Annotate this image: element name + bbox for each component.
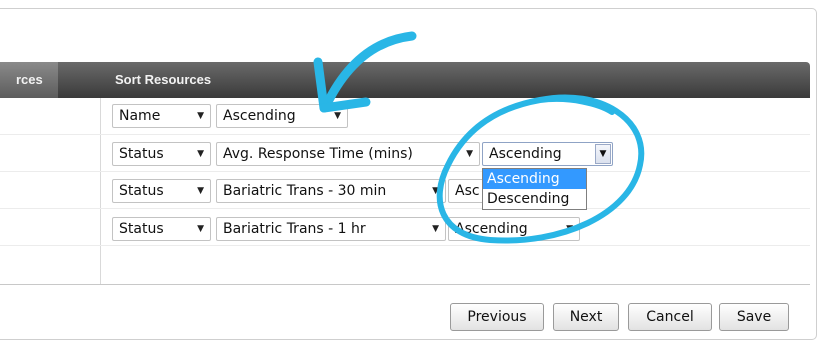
header-resources-label: rces [16,72,43,87]
row3-criteria-select[interactable]: Bariatric Trans - 30 min ▼ [216,179,446,203]
chevron-down-icon: ▼ [197,186,204,196]
row4-order-value: Ascending [455,221,528,237]
row3-field-value: Status [119,183,164,199]
row3-criteria-value: Bariatric Trans - 30 min [223,183,387,199]
row2-order-select[interactable]: Ascending ▼ [482,142,613,166]
next-button[interactable]: Next [553,303,619,331]
row4-order-select[interactable]: Ascending ▼ [448,217,580,241]
row4-field-value: Status [119,221,164,237]
row-divider [0,134,810,135]
dropdown-option-descending[interactable]: Descending [483,189,586,209]
row3-field-select[interactable]: Status ▼ [112,179,211,203]
row3-order-select[interactable]: Asc [448,179,484,203]
header-sort-resources-label: Sort Resources [115,72,212,87]
row-divider [0,171,810,172]
chevron-down-icon: ▼ [432,186,439,196]
row4-field-select[interactable]: Status ▼ [112,217,211,241]
row4-criteria-select[interactable]: Bariatric Trans - 1 hr ▼ [216,217,446,241]
row1-order-select[interactable]: Ascending ▼ [216,104,348,128]
row2-field-value: Status [119,146,164,162]
chevron-down-icon: ▼ [197,149,204,159]
order-dropdown-list: Ascending Descending [482,168,587,210]
table-header: rces Sort Resources [0,62,810,98]
row2-criteria-value: Avg. Response Time (mins) [223,146,413,162]
chevron-down-icon: ▼ [466,149,473,159]
chevron-down-icon: ▼ [334,111,341,121]
row1-field-value: Name [119,108,161,124]
row2-order-value: Ascending [489,146,562,162]
chevron-down-icon: ▼ [566,224,573,234]
row2-field-select[interactable]: Status ▼ [112,142,211,166]
chevron-down-icon: ▼ [197,111,204,121]
chevron-down-icon: ▼ [197,224,204,234]
row-divider [0,245,810,246]
dropdown-option-ascending[interactable]: Ascending [483,169,586,189]
row4-criteria-value: Bariatric Trans - 1 hr [223,221,366,237]
save-button[interactable]: Save [719,303,789,331]
chevron-down-icon: ▼ [432,224,439,234]
row2-criteria-select[interactable]: Avg. Response Time (mins) ▼ [216,142,480,166]
row1-field-select[interactable]: Name ▼ [112,104,211,128]
column-divider [100,98,101,284]
previous-button[interactable]: Previous [450,303,544,331]
row3-order-value: Asc [455,183,480,199]
row1-order-value: Ascending [223,108,296,124]
chevron-down-icon[interactable]: ▼ [595,144,611,164]
cancel-button[interactable]: Cancel [628,303,712,331]
row-divider [0,208,810,209]
